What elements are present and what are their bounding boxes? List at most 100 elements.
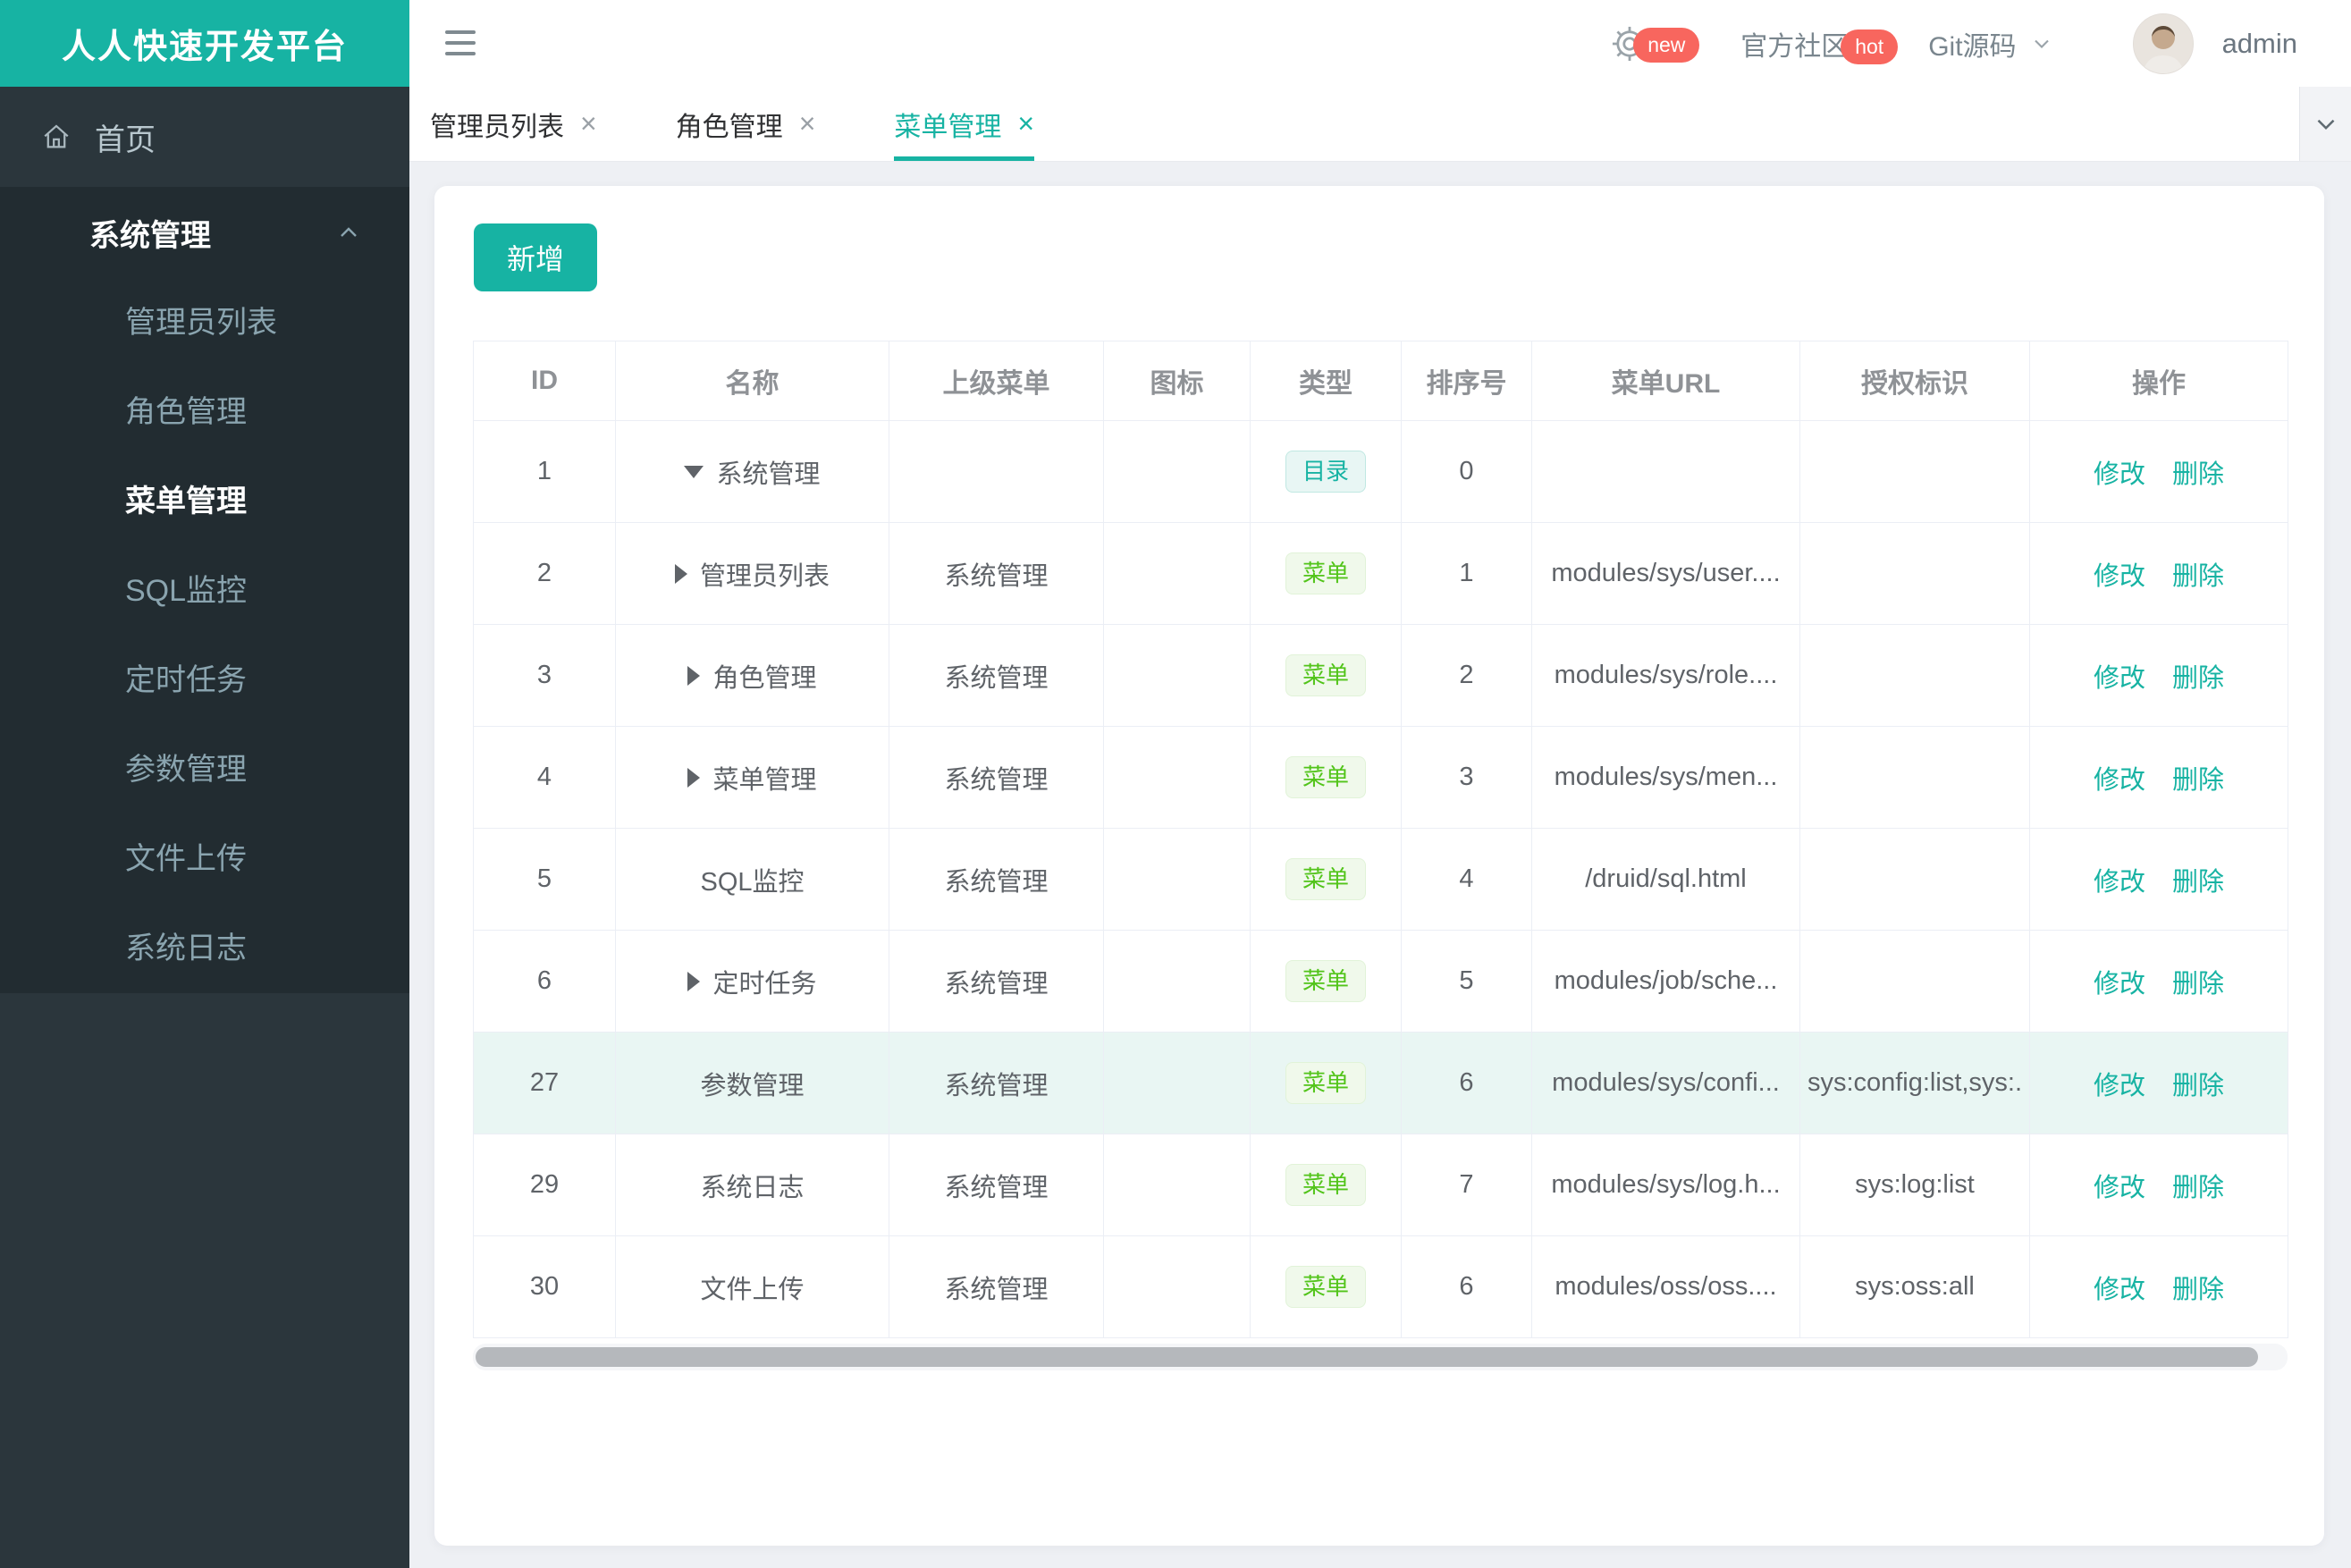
sidebar-section-system: 系统管理 管理员列表 角色管理 菜单管理 SQL监控 定时任务 参数管理 文件上传 系统日志	[0, 187, 409, 993]
expand-icon[interactable]	[674, 563, 687, 584]
expand-collapse-icon[interactable]	[684, 465, 704, 478]
git-source-label: Git源码	[1928, 31, 2017, 62]
sidebar-item[interactable]: 参数管理	[0, 725, 409, 814]
tab-label: 角色管理	[675, 112, 783, 142]
git-source-link[interactable]: Git源码	[1928, 24, 2053, 63]
edit-link[interactable]: 修改	[2094, 562, 2145, 591]
tab[interactable]: 角色管理 ×	[676, 87, 816, 161]
sidebar-item[interactable]: 管理员列表	[0, 278, 409, 367]
cell-perm	[1799, 624, 2030, 727]
delete-link[interactable]: 删除	[2172, 664, 2224, 693]
cell-id: 29	[473, 1134, 616, 1236]
table-row: 29 系统日志 系统管理 菜单 7 modules/sys/log.h... sys:log…	[473, 1134, 2288, 1236]
cell-icon	[1103, 930, 1251, 1033]
table-row: 1 系统管理 目录 0 修改 删除	[473, 420, 2288, 523]
cell-name: 系统管理	[615, 420, 889, 523]
main-content: 新增 ID 名称 上级菜单 图标 类型 排序号 菜单URL 授权标识 操作 1 系统管理 目录 0 修改…	[409, 162, 2351, 1568]
delete-link[interactable]: 删除	[2172, 1174, 2224, 1202]
cell-ops: 修改 删除	[2029, 726, 2288, 829]
scrollbar-thumb[interactable]	[476, 1347, 2258, 1367]
column-header: 授权标识	[1799, 341, 2030, 421]
table-row: 3 角色管理 系统管理 菜单 2 modules/sys/role.... 修改 删除	[473, 624, 2288, 727]
tab-collapse-button[interactable]	[2299, 87, 2351, 161]
sidebar-item[interactable]: SQL监控	[0, 546, 409, 636]
edit-link[interactable]: 修改	[2094, 970, 2145, 999]
edit-link[interactable]: 修改	[2094, 1072, 2145, 1100]
cell-id: 4	[473, 726, 616, 829]
edit-link[interactable]: 修改	[2094, 1276, 2145, 1304]
edit-link[interactable]: 修改	[2094, 766, 2145, 795]
cell-id: 30	[473, 1235, 616, 1338]
admin-username[interactable]: admin	[2222, 28, 2297, 60]
close-icon[interactable]: ×	[1017, 107, 1034, 140]
cell-parent: 系统管理	[889, 726, 1104, 829]
cell-perm	[1799, 420, 2030, 523]
delete-link[interactable]: 删除	[2172, 868, 2224, 897]
delete-link[interactable]: 删除	[2172, 1072, 2224, 1100]
cell-icon	[1103, 522, 1251, 625]
expand-icon[interactable]	[687, 971, 701, 991]
sidebar-item[interactable]: 系统日志	[0, 904, 409, 993]
type-tag: 菜单	[1285, 1061, 1366, 1105]
sidebar-item-home[interactable]: 首页	[0, 87, 409, 187]
menu-name: 管理员列表	[699, 561, 830, 591]
delete-link[interactable]: 删除	[2172, 562, 2224, 591]
cell-parent	[889, 420, 1104, 523]
tab-label: 管理员列表	[430, 112, 564, 142]
add-button[interactable]: 新增	[474, 223, 597, 291]
cell-icon	[1103, 828, 1251, 931]
cell-url: /druid/sql.html	[1531, 828, 1800, 931]
sidebar-item[interactable]: 定时任务	[0, 636, 409, 725]
community-link[interactable]: 官方社区	[1740, 32, 1848, 62]
cell-ops: 修改 删除	[2029, 1235, 2288, 1338]
cell-parent: 系统管理	[889, 1032, 1104, 1134]
edit-link[interactable]: 修改	[2094, 460, 2145, 489]
avatar[interactable]	[2132, 13, 2194, 74]
cell-parent: 系统管理	[889, 522, 1104, 625]
delete-link[interactable]: 删除	[2172, 1276, 2224, 1304]
expand-icon[interactable]	[687, 767, 701, 788]
table-row: 2 管理员列表 系统管理 菜单 1 modules/sys/user.... 修改 删除	[473, 522, 2288, 625]
expand-icon[interactable]	[687, 665, 701, 686]
settings-action: new	[1608, 22, 1700, 65]
menu-table: ID 名称 上级菜单 图标 类型 排序号 菜单URL 授权标识 操作 1 系统管理 目录 0 修改 删除 2…	[473, 341, 2288, 1338]
menu-toggle-icon[interactable]	[445, 25, 476, 61]
cell-icon	[1103, 1134, 1251, 1236]
delete-link[interactable]: 删除	[2172, 460, 2224, 489]
cell-name: 菜单管理	[615, 726, 889, 829]
chevron-up-icon	[334, 218, 363, 247]
cell-type: 菜单	[1250, 828, 1402, 931]
home-icon	[41, 122, 72, 152]
edit-link[interactable]: 修改	[2094, 868, 2145, 897]
sidebar-home-label: 首页	[95, 122, 156, 157]
sidebar-item[interactable]: 文件上传	[0, 814, 409, 904]
menu-name: 系统日志	[700, 1173, 805, 1202]
new-badge: new	[1633, 27, 1700, 63]
hot-badge: hot	[1841, 29, 1899, 64]
cell-order: 6	[1401, 1032, 1532, 1134]
cell-type: 菜单	[1250, 624, 1402, 727]
close-icon[interactable]: ×	[799, 107, 816, 140]
cell-parent: 系统管理	[889, 1134, 1104, 1236]
tab[interactable]: 菜单管理 ×	[894, 87, 1034, 161]
edit-link[interactable]: 修改	[2094, 664, 2145, 693]
type-tag: 目录	[1285, 450, 1366, 493]
type-tag: 菜单	[1285, 552, 1366, 595]
horizontal-scrollbar[interactable]	[473, 1344, 2288, 1370]
cell-icon	[1103, 1235, 1251, 1338]
sidebar-section-header[interactable]: 系统管理	[0, 187, 409, 278]
sidebar-submenu: 管理员列表 角色管理 菜单管理 SQL监控 定时任务 参数管理 文件上传 系统日志	[0, 278, 409, 993]
column-header: ID	[473, 341, 616, 421]
delete-link[interactable]: 删除	[2172, 766, 2224, 795]
cell-perm	[1799, 522, 2030, 625]
cell-name: 管理员列表	[615, 522, 889, 625]
cell-order: 5	[1401, 930, 1532, 1033]
delete-link[interactable]: 删除	[2172, 970, 2224, 999]
cell-id: 3	[473, 624, 616, 727]
cell-parent: 系统管理	[889, 1235, 1104, 1338]
close-icon[interactable]: ×	[580, 107, 597, 140]
edit-link[interactable]: 修改	[2094, 1174, 2145, 1202]
tab[interactable]: 管理员列表 ×	[430, 87, 597, 161]
sidebar-item[interactable]: 角色管理	[0, 367, 409, 457]
sidebar-item[interactable]: 菜单管理	[0, 457, 409, 546]
